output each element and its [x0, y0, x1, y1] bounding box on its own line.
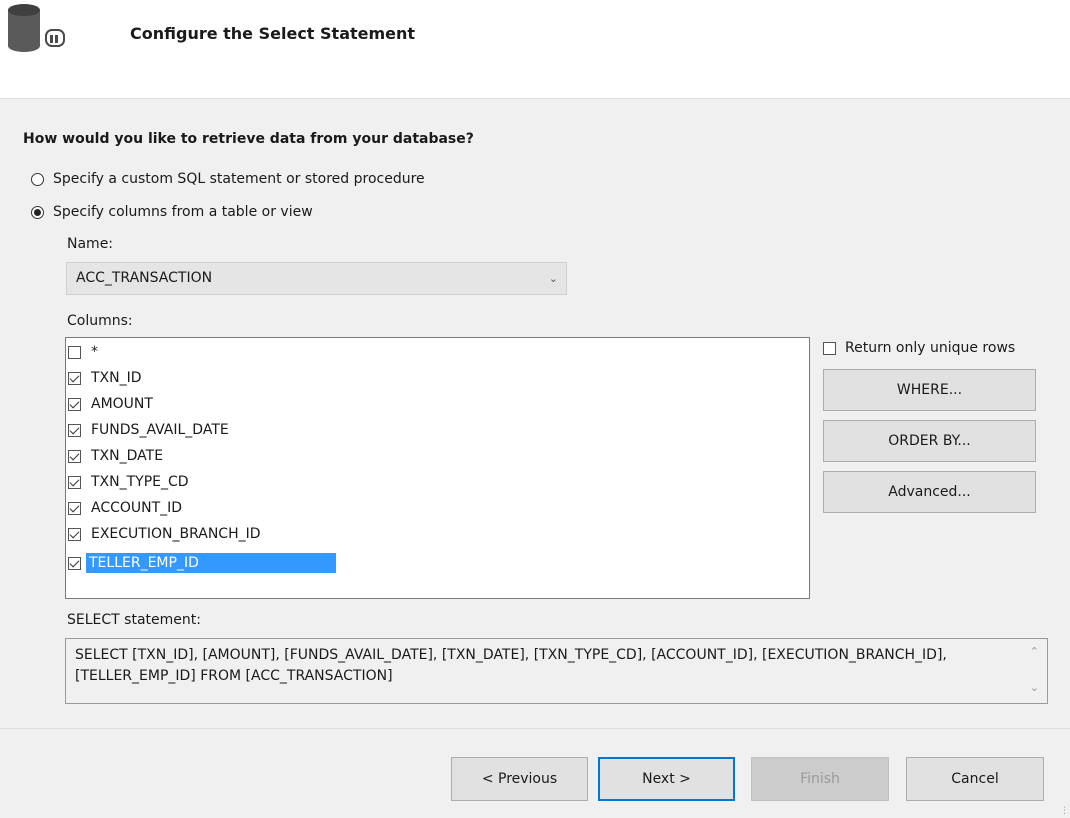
column-item[interactable]: TXN_DATE	[68, 444, 166, 468]
column-item[interactable]: AMOUNT	[68, 392, 156, 416]
column-checkbox[interactable]	[68, 449, 81, 463]
column-item[interactable]: *	[68, 340, 101, 364]
column-item[interactable]: EXECUTION_BRANCH_ID	[68, 522, 264, 546]
column-label: EXECUTION_BRANCH_ID	[91, 526, 261, 542]
next-button[interactable]: Next >	[598, 757, 735, 801]
finish-button[interactable]: Finish	[751, 757, 889, 801]
table-name-value: ACC_TRANSACTION	[76, 270, 213, 286]
column-label: TXN_ID	[91, 370, 142, 386]
column-item[interactable]: FUNDS_AVAIL_DATE	[68, 418, 232, 442]
radio-custom-sql[interactable]	[31, 172, 44, 186]
column-label: FUNDS_AVAIL_DATE	[91, 422, 229, 438]
cancel-button[interactable]: Cancel	[906, 757, 1044, 801]
column-label: TXN_DATE	[91, 448, 164, 464]
column-checkbox[interactable]	[68, 397, 81, 411]
retrieval-question: How would you like to retrieve data from…	[23, 131, 474, 147]
select-statement-text: SELECT [TXN_ID], [AMOUNT], [FUNDS_AVAIL_…	[75, 647, 947, 684]
column-checkbox[interactable]	[68, 475, 81, 489]
where-button[interactable]: WHERE...	[823, 369, 1036, 411]
order-by-button[interactable]: ORDER BY...	[823, 420, 1036, 462]
column-item-selected[interactable]: TELLER_EMP_ID	[68, 551, 336, 575]
scroll-down-icon[interactable]: ⌄	[1030, 681, 1039, 694]
column-item[interactable]: ACCOUNT_ID	[68, 496, 185, 520]
previous-button[interactable]: < Previous	[451, 757, 588, 801]
select-statement-box[interactable]: SELECT [TXN_ID], [AMOUNT], [FUNDS_AVAIL_…	[65, 638, 1048, 704]
column-item[interactable]: TXN_TYPE_CD	[68, 470, 192, 494]
column-checkbox[interactable]	[68, 527, 81, 541]
column-label: TELLER_EMP_ID	[86, 553, 336, 573]
footer-divider	[0, 728, 1070, 729]
columns-label: Columns:	[67, 313, 133, 329]
custom-sql-option[interactable]: Specify a custom SQL statement or stored…	[31, 171, 425, 187]
column-item[interactable]: TXN_ID	[68, 366, 145, 390]
chevron-down-icon[interactable]: ⌄	[549, 272, 558, 285]
column-label: ACCOUNT_ID	[91, 500, 183, 516]
table-name-combobox[interactable]: ACC_TRANSACTION ⌄	[66, 262, 567, 295]
resize-grip-icon[interactable]: ⋮	[1060, 806, 1069, 816]
wizard-header: Configure the Select Statement	[0, 0, 1070, 98]
column-label: AMOUNT	[91, 396, 153, 412]
database-icon	[8, 4, 65, 52]
table-view-label: Specify columns from a table or view	[53, 204, 313, 220]
custom-sql-label: Specify a custom SQL statement or stored…	[53, 171, 425, 187]
column-checkbox[interactable]	[68, 556, 81, 570]
name-label: Name:	[67, 236, 114, 252]
select-statement-label: SELECT statement:	[67, 612, 201, 628]
column-checkbox[interactable]	[68, 423, 81, 437]
column-label: TXN_TYPE_CD	[91, 474, 189, 490]
column-checkbox[interactable]	[68, 501, 81, 515]
unique-rows-label: Return only unique rows	[845, 340, 1016, 356]
page-title: Configure the Select Statement	[130, 24, 416, 43]
column-label: *	[91, 344, 98, 360]
radio-table-view[interactable]	[31, 205, 44, 219]
scroll-up-icon[interactable]: ⌃	[1030, 645, 1039, 658]
header-divider	[0, 98, 1070, 99]
unique-rows-option[interactable]: Return only unique rows	[823, 340, 1015, 356]
column-checkbox[interactable]	[68, 345, 81, 359]
advanced-button[interactable]: Advanced...	[823, 471, 1036, 513]
column-checkbox[interactable]	[68, 371, 81, 385]
table-view-option[interactable]: Specify columns from a table or view	[31, 204, 313, 220]
unique-rows-checkbox[interactable]	[823, 341, 836, 355]
columns-listbox[interactable]: * TXN_ID AMOUNT FUNDS_AVAIL_DATE TXN_DAT…	[65, 337, 810, 599]
